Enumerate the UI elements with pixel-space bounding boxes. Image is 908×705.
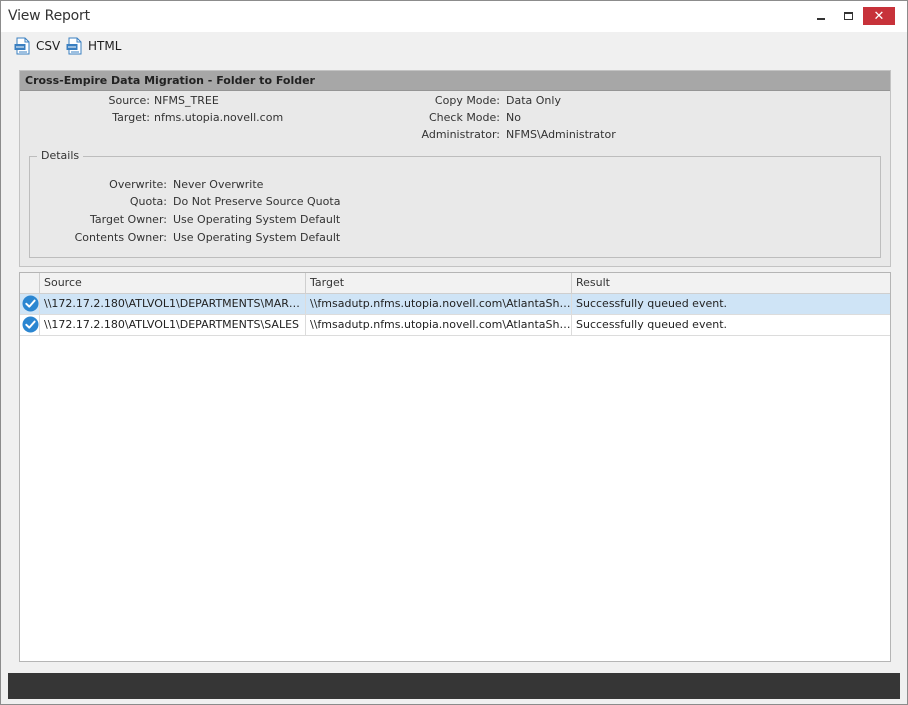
- copy-mode-label: Copy Mode:: [434, 94, 500, 107]
- results-grid[interactable]: Source Target Result \\172.17.2.180\ATLV…: [19, 272, 891, 662]
- administrator-label: Administrator:: [421, 128, 501, 141]
- success-check-icon: [22, 295, 39, 312]
- target-value: nfms.utopia.novell.com: [154, 111, 284, 124]
- window-title: View Report: [8, 8, 90, 24]
- row-source: \\172.17.2.180\ATLVOL1\DEPARTMENTS\SALES: [40, 315, 306, 335]
- row-target: \\fmsadutp.nfms.utopia.novell.com\Atlant…: [306, 315, 572, 335]
- maximize-icon: [843, 12, 853, 20]
- quota-label: Quota:: [129, 195, 167, 208]
- grid-header: Source Target Result: [20, 273, 890, 294]
- column-header-target[interactable]: Target: [306, 273, 572, 294]
- target-owner-label: Target Owner:: [90, 213, 167, 226]
- contents-owner-value: Use Operating System Default: [173, 231, 341, 244]
- check-mode-value: No: [506, 111, 521, 124]
- row-source: \\172.17.2.180\ATLVOL1\DEPARTMENTS\MARKE…: [40, 294, 306, 314]
- contents-owner-label: Contents Owner:: [74, 231, 167, 244]
- summary-panel: Cross-Empire Data Migration - Folder to …: [19, 70, 891, 267]
- csv-file-icon: [14, 37, 30, 55]
- overwrite-value: Never Overwrite: [173, 178, 264, 191]
- row-status-cell: [20, 315, 40, 335]
- maximize-button[interactable]: [833, 7, 863, 25]
- source-value: NFMS_TREE: [154, 94, 219, 107]
- overwrite-label: Overwrite:: [109, 178, 167, 191]
- copy-mode-value: Data Only: [506, 94, 561, 107]
- target-label: Target:: [112, 111, 150, 124]
- export-html-button[interactable]: HTML: [66, 37, 121, 55]
- minimize-button[interactable]: [806, 7, 836, 25]
- status-bar: [8, 673, 900, 699]
- details-legend: Details: [37, 149, 84, 162]
- html-file-icon: [66, 37, 82, 55]
- table-row[interactable]: \\172.17.2.180\ATLVOL1\DEPARTMENTS\MARKE…: [20, 294, 890, 315]
- row-result: Successfully queued event.: [576, 297, 728, 310]
- row-status-cell: [20, 294, 40, 314]
- minimize-icon: [817, 18, 825, 20]
- export-html-label: HTML: [88, 39, 122, 53]
- column-header-check[interactable]: [20, 273, 40, 294]
- row-target: \\fmsadutp.nfms.utopia.novell.com\Atlant…: [306, 294, 572, 314]
- export-csv-button[interactable]: CSV: [14, 37, 60, 55]
- target-owner-value: Use Operating System Default: [173, 213, 341, 226]
- column-header-result[interactable]: Result: [572, 273, 890, 294]
- summary-title: Cross-Empire Data Migration - Folder to …: [20, 71, 890, 91]
- toolbar: CSV HTML: [1, 32, 907, 60]
- details-group: Details Overwrite: Never Overwrite Quota…: [29, 149, 881, 258]
- title-bar[interactable]: View Report ✕: [1, 1, 907, 32]
- success-check-icon: [22, 316, 39, 333]
- quota-value: Do Not Preserve Source Quota: [173, 195, 341, 208]
- check-mode-label: Check Mode:: [428, 111, 500, 124]
- table-row[interactable]: \\172.17.2.180\ATLVOL1\DEPARTMENTS\SALES…: [20, 315, 890, 336]
- row-result: Successfully queued event.: [576, 318, 728, 331]
- export-csv-label: CSV: [36, 39, 61, 53]
- administrator-value: NFMS\Administrator: [506, 128, 616, 141]
- source-label: Source:: [108, 94, 151, 107]
- close-icon: ✕: [873, 8, 885, 24]
- column-header-source[interactable]: Source: [40, 273, 306, 294]
- close-button[interactable]: ✕: [863, 7, 895, 25]
- report-window: View Report ✕ CSV HTML Cross-Empire Data…: [0, 0, 908, 705]
